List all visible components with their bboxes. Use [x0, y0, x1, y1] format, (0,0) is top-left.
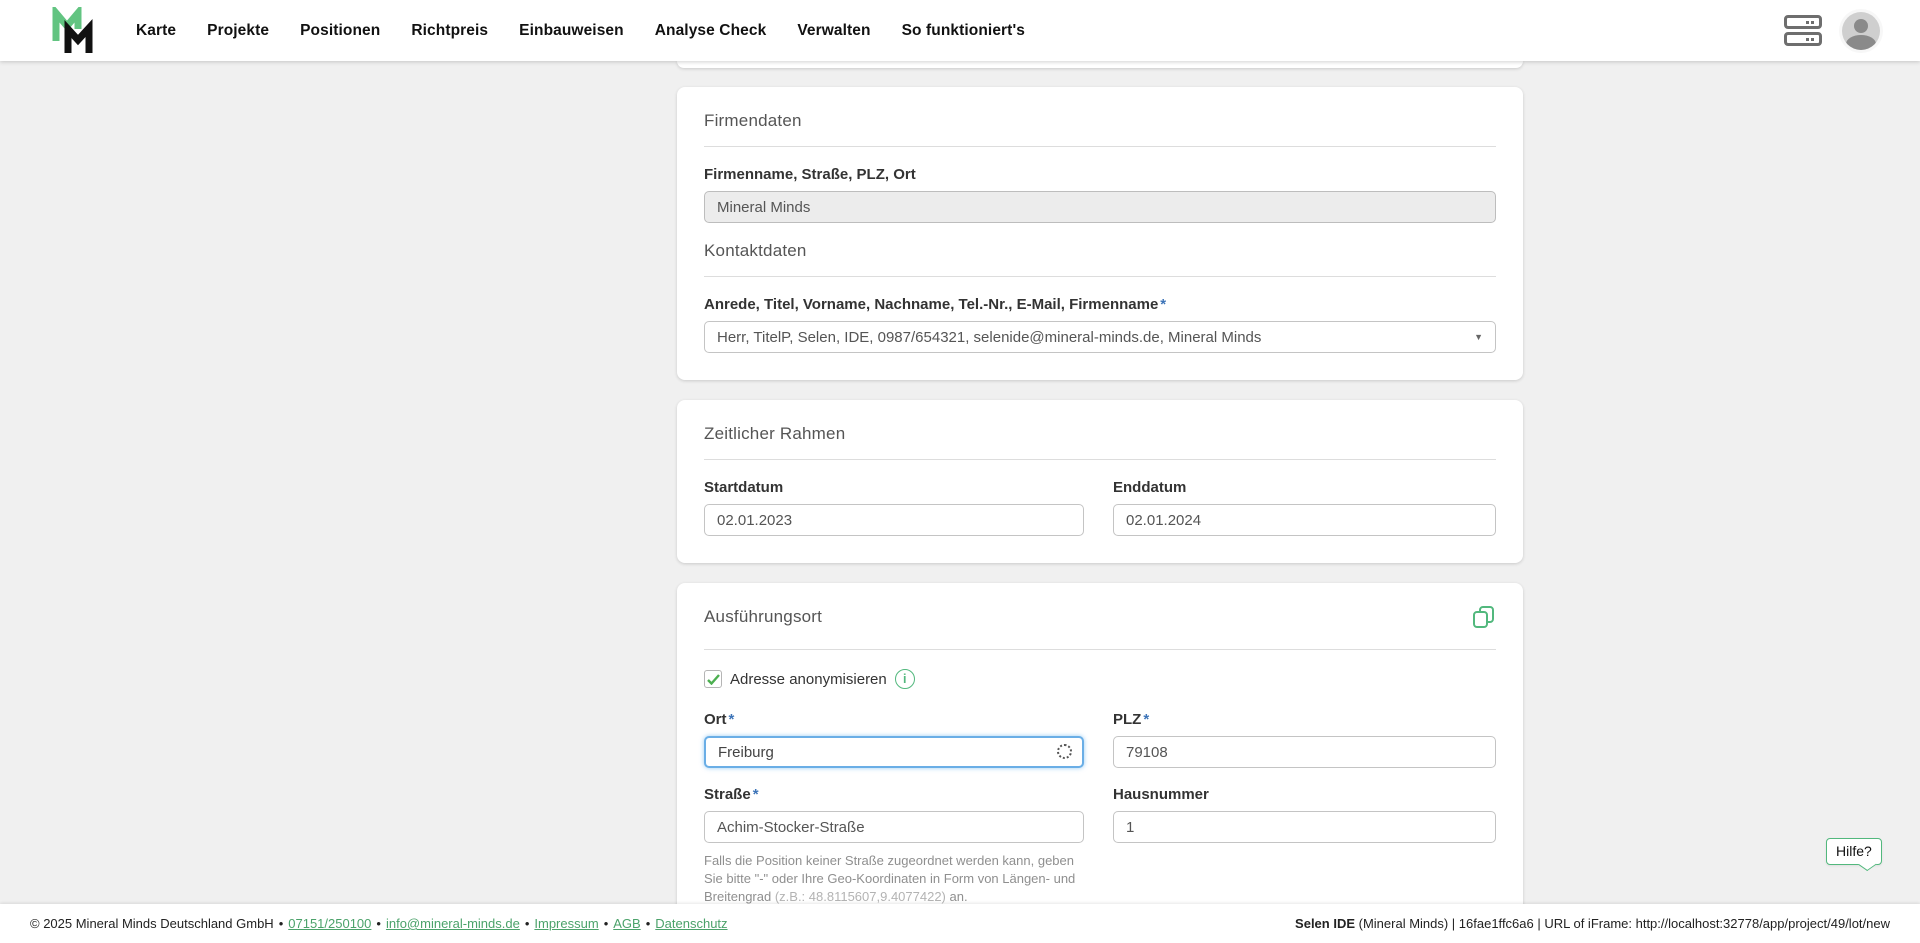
user-avatar-icon[interactable]	[1842, 12, 1880, 50]
divider	[704, 459, 1496, 460]
top-navigation-bar: Karte Projekte Positionen Richtpreis Ein…	[0, 0, 1920, 61]
help-button[interactable]: Hilfe?	[1826, 838, 1882, 865]
plz-field[interactable]	[1113, 736, 1496, 768]
form-content-column: Firmendaten Firmenname, Straße, PLZ, Ort…	[677, 61, 1523, 943]
street-hint-text: Falls die Position keiner Straße zugeord…	[704, 852, 1084, 906]
divider	[704, 276, 1496, 277]
section-title-firmendaten: Firmendaten	[704, 111, 1496, 131]
mineral-minds-logo-icon[interactable]	[48, 7, 100, 55]
main-menu: Karte Projekte Positionen Richtpreis Ein…	[136, 22, 1025, 40]
strasse-field[interactable]	[704, 811, 1084, 843]
footer-link-datenschutz[interactable]: Datenschutz	[655, 916, 727, 931]
chevron-down-icon: ▼	[1474, 332, 1483, 342]
footer-copyright: © 2025 Mineral Minds Deutschland GmbH	[30, 916, 274, 931]
anonymize-checkbox-label[interactable]: Adresse anonymisieren	[730, 671, 887, 688]
section-title-kontaktdaten: Kontaktdaten	[704, 241, 1496, 261]
company-name-field[interactable]	[704, 191, 1496, 223]
required-marker: *	[1160, 296, 1166, 313]
footer: © 2025 Mineral Minds Deutschland GmbH • …	[0, 904, 1920, 943]
contact-select[interactable]: Herr, TitelP, Selen, IDE, 0987/654321, s…	[704, 321, 1496, 353]
previous-card-fragment	[677, 61, 1523, 68]
ort-label: Ort*	[704, 711, 1084, 728]
required-marker: *	[729, 711, 735, 728]
execution-location-card: Ausführungsort Adresse anonymisieren i O…	[677, 583, 1523, 933]
contact-select-value: Herr, TitelP, Selen, IDE, 0987/654321, s…	[717, 329, 1466, 346]
required-marker: *	[753, 786, 759, 803]
divider	[704, 146, 1496, 147]
nav-item-karte[interactable]: Karte	[136, 22, 176, 40]
nav-item-verwalten[interactable]: Verwalten	[797, 22, 870, 40]
timeframe-card: Zeitlicher Rahmen Startdatum Enddatum	[677, 400, 1523, 563]
footer-left: © 2025 Mineral Minds Deutschland GmbH • …	[30, 916, 728, 931]
nav-item-positionen[interactable]: Positionen	[300, 22, 380, 40]
info-icon[interactable]: i	[895, 669, 915, 689]
server-icon-row	[1784, 32, 1822, 46]
company-data-card: Firmendaten Firmenname, Straße, PLZ, Ort…	[677, 87, 1523, 380]
contact-field-label: Anrede, Titel, Vorname, Nachname, Tel.-N…	[704, 296, 1496, 313]
nav-item-richtpreis[interactable]: Richtpreis	[411, 22, 488, 40]
copy-icon[interactable]	[1472, 605, 1496, 634]
anonymize-checkbox[interactable]	[704, 670, 722, 688]
footer-link-email[interactable]: info@mineral-minds.de	[386, 916, 520, 931]
hausnummer-field[interactable]	[1113, 811, 1496, 843]
nav-item-so-funktionierts[interactable]: So funktioniert's	[902, 22, 1025, 40]
startdatum-field[interactable]	[704, 504, 1084, 536]
footer-debug-info: Selen IDE (Mineral Minds) | 16fae1ffc6a6…	[1295, 916, 1890, 931]
startdatum-label: Startdatum	[704, 479, 1084, 496]
strasse-label: Straße*	[704, 786, 1084, 803]
loading-spinner-icon	[1057, 744, 1072, 759]
footer-link-phone[interactable]: 07151/250100	[288, 916, 371, 931]
plz-label: PLZ*	[1113, 711, 1496, 728]
required-marker: *	[1143, 711, 1149, 728]
server-icon[interactable]	[1784, 13, 1822, 49]
company-field-label: Firmenname, Straße, PLZ, Ort	[704, 166, 1496, 183]
footer-link-agb[interactable]: AGB	[613, 916, 640, 931]
divider	[704, 649, 1496, 650]
section-title-zeitlicher-rahmen: Zeitlicher Rahmen	[704, 424, 1496, 444]
hausnummer-label: Hausnummer	[1113, 786, 1496, 803]
footer-link-impressum[interactable]: Impressum	[534, 916, 598, 931]
ort-field[interactable]	[704, 736, 1084, 768]
nav-item-projekte[interactable]: Projekte	[207, 22, 269, 40]
nav-item-einbauweisen[interactable]: Einbauweisen	[519, 22, 624, 40]
hint-example: (z.B.: 48.8115607,9.4077422)	[775, 889, 946, 904]
section-title-ausfuehrungsort: Ausführungsort	[704, 607, 822, 627]
enddatum-label: Enddatum	[1113, 479, 1496, 496]
server-icon-row	[1784, 15, 1822, 29]
nav-item-analyse-check[interactable]: Analyse Check	[655, 22, 767, 40]
enddatum-field[interactable]	[1113, 504, 1496, 536]
nav-right-actions	[1784, 12, 1880, 50]
